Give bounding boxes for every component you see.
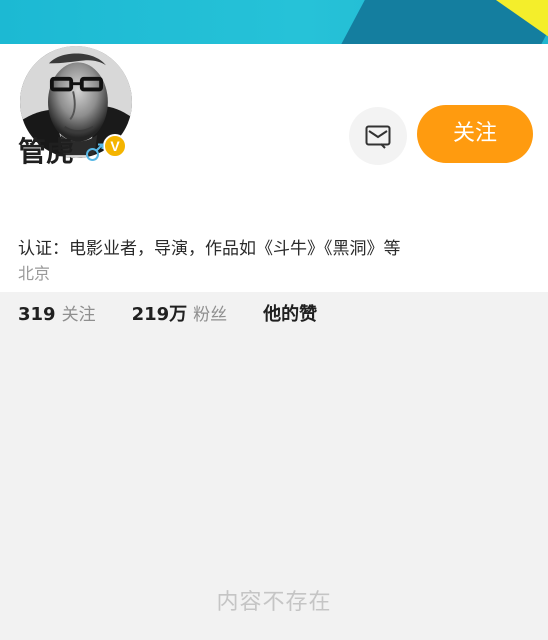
verification-text: 认证：电影业者，导演，作品如《斗牛》《黑洞》等 <box>18 239 401 259</box>
location-text: 北京 <box>18 264 51 283</box>
verified-badge-icon: V <box>103 134 127 158</box>
empty-state-text: 内容不存在 <box>216 590 332 615</box>
message-button[interactable] <box>349 107 407 165</box>
profile-card: V 关注 管虎 认证：电影业者，导演，作品如《斗牛》《黑洞》等 北京 319 关… <box>0 44 548 325</box>
following-label: 关注 <box>61 305 96 325</box>
followers-label: 粉丝 <box>193 305 228 325</box>
cover-banner <box>0 0 548 44</box>
male-gender-icon <box>84 141 106 163</box>
following-count: 319 <box>18 304 56 325</box>
likes-label: 他的赞 <box>263 304 318 325</box>
followers-count: 219万 <box>131 304 188 325</box>
following-stat[interactable]: 319 关注 <box>18 300 96 325</box>
name-row: 管虎 <box>18 136 106 168</box>
stats-row: 319 关注 219万 粉丝 他的赞 <box>18 300 317 326</box>
likes-stat[interactable]: 他的赞 <box>263 300 317 326</box>
follow-button[interactable]: 关注 <box>417 105 533 163</box>
profile-page: V 关注 管虎 认证：电影业者，导演，作品如《斗牛》《黑洞》等 北京 319 关… <box>0 0 548 640</box>
followers-stat[interactable]: 219万 粉丝 <box>132 300 228 326</box>
profile-name: 管虎 <box>18 135 75 168</box>
message-icon <box>363 121 393 151</box>
